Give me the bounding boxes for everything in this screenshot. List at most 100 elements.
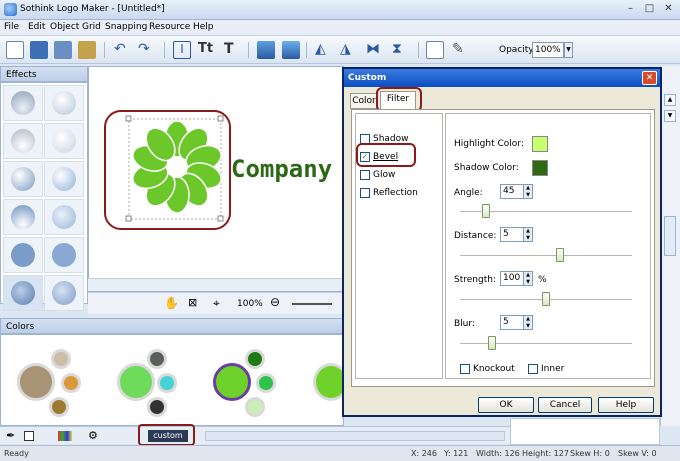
distance-slider[interactable]	[460, 255, 632, 257]
rotate-right-icon[interactable]: ◮	[340, 41, 358, 59]
send-back-icon[interactable]	[282, 41, 300, 59]
glow-checkbox[interactable]	[360, 170, 370, 180]
blur-stepper[interactable]: ▲ ▼	[523, 315, 533, 330]
ok-button[interactable]: OK	[478, 397, 534, 413]
blur-slider-thumb[interactable]	[488, 336, 496, 350]
menu-help[interactable]: Help	[193, 22, 214, 32]
color-swatch[interactable]	[51, 349, 71, 369]
effect-preset[interactable]	[3, 85, 43, 121]
center-icon[interactable]: ⌖	[213, 296, 220, 311]
reflection-option[interactable]: Reflection	[360, 188, 418, 198]
scroll-up-icon[interactable]: ▲	[664, 94, 676, 106]
hand-icon[interactable]: ✋	[164, 296, 179, 310]
effect-preset[interactable]	[44, 161, 84, 197]
effect-preset[interactable]	[3, 161, 43, 197]
menu-edit[interactable]: Edit	[28, 22, 45, 32]
glow-option[interactable]: Glow	[360, 170, 395, 180]
bring-front-icon[interactable]	[257, 41, 275, 59]
effect-preset[interactable]	[3, 199, 43, 235]
blur-slider[interactable]	[460, 343, 632, 345]
rotate-left-icon[interactable]: ◭	[315, 41, 333, 59]
help-button[interactable]: Help	[598, 397, 654, 413]
title-bar: Sothink Logo Maker - [Untitled*] – □ ✕	[0, 0, 680, 20]
color-swatch[interactable]	[245, 397, 265, 417]
eyedropper-icon[interactable]: ✒	[6, 429, 15, 442]
close-icon[interactable]: ✕	[642, 71, 657, 85]
knockout-option[interactable]: Knockout	[460, 364, 515, 374]
text-effect-icon[interactable]: T	[224, 41, 242, 59]
no-fill-icon[interactable]	[24, 431, 34, 441]
zoom-slider[interactable]	[292, 303, 332, 305]
inner-label: Inner	[541, 364, 565, 374]
undo-icon[interactable]: ↶	[114, 41, 132, 59]
color-scheme-swatch-selected[interactable]	[213, 363, 251, 401]
text-style-icon[interactable]: Tt	[198, 41, 216, 59]
effect-preset[interactable]	[3, 275, 43, 311]
export-icon[interactable]	[78, 41, 96, 59]
blur-label: Blur:	[454, 319, 475, 329]
shapes-gallery[interactable]	[510, 418, 660, 445]
strength-stepper[interactable]: ▲ ▼	[523, 271, 533, 286]
color-scheme-swatch[interactable]	[117, 363, 155, 401]
highlight-color-swatch[interactable]	[532, 136, 548, 152]
menu-file[interactable]: File	[4, 22, 19, 32]
bottom-scrollbar[interactable]	[205, 431, 505, 441]
gear-icon[interactable]: ⚙	[88, 429, 98, 442]
copy-icon[interactable]	[426, 41, 444, 59]
effect-preset[interactable]	[44, 199, 84, 235]
palette-icon[interactable]	[58, 431, 72, 441]
inner-option[interactable]: Inner	[528, 364, 564, 374]
color-swatch[interactable]	[157, 373, 177, 393]
color-swatch[interactable]	[245, 349, 265, 369]
knockout-checkbox[interactable]	[460, 364, 470, 374]
minimize-icon[interactable]: –	[624, 3, 637, 16]
zoom-out-icon[interactable]: ⊖	[270, 295, 280, 309]
effect-preset[interactable]	[44, 123, 84, 159]
color-swatch[interactable]	[256, 373, 276, 393]
format-painter-icon[interactable]: ✎	[452, 41, 470, 59]
color-swatch[interactable]	[147, 397, 167, 417]
color-swatch[interactable]	[49, 397, 69, 417]
color-swatch[interactable]	[147, 349, 167, 369]
text-box-icon[interactable]: I	[173, 41, 191, 59]
angle-slider-thumb[interactable]	[482, 204, 490, 218]
chevron-down-icon[interactable]: ▼	[564, 42, 573, 58]
canvas-horizontal-scrollbar[interactable]	[88, 278, 344, 291]
strength-slider-thumb[interactable]	[542, 292, 550, 306]
tab-color[interactable]: Color	[350, 93, 378, 109]
cancel-button[interactable]: Cancel	[538, 397, 592, 413]
menu-object[interactable]: Object	[50, 22, 79, 32]
menu-resource[interactable]: Resource	[149, 22, 190, 32]
close-icon[interactable]: ✕	[662, 3, 675, 16]
maximize-icon[interactable]: □	[643, 3, 656, 16]
save-as-icon[interactable]	[54, 41, 72, 59]
shadow-color-swatch[interactable]	[532, 160, 548, 176]
fit-icon[interactable]: ⊠	[188, 296, 197, 309]
reflection-label: Reflection	[373, 188, 418, 198]
distance-slider-thumb[interactable]	[556, 248, 564, 262]
distance-stepper[interactable]: ▲ ▼	[523, 227, 533, 242]
redo-icon[interactable]: ↷	[138, 41, 156, 59]
scroll-down-icon[interactable]: ▼	[664, 110, 676, 122]
scroll-thumb[interactable]	[664, 216, 676, 256]
menu-snapping[interactable]: Snapping	[105, 22, 147, 32]
angle-stepper[interactable]: ▲ ▼	[523, 184, 533, 199]
save-icon[interactable]	[30, 41, 48, 59]
opacity-input[interactable]: 100%	[532, 42, 564, 58]
menu-grid[interactable]: Grid	[82, 22, 101, 32]
new-icon[interactable]	[6, 41, 24, 59]
effect-preset[interactable]	[3, 237, 43, 273]
effect-preset[interactable]	[44, 85, 84, 121]
company-text[interactable]: Company	[231, 155, 332, 183]
effect-preset[interactable]	[44, 275, 84, 311]
effect-preset[interactable]	[44, 237, 84, 273]
right-scrollbar[interactable]: ▲ ▼	[660, 66, 680, 426]
reflection-checkbox[interactable]	[360, 188, 370, 198]
design-canvas[interactable]: Company	[88, 66, 344, 292]
inner-checkbox[interactable]	[528, 364, 538, 374]
color-swatch[interactable]	[61, 373, 81, 393]
flip-horizontal-icon[interactable]: ⧓	[366, 41, 384, 59]
flip-vertical-icon[interactable]: ⧗	[392, 41, 410, 59]
effect-preset[interactable]	[3, 123, 43, 159]
color-scheme-swatch[interactable]	[17, 363, 55, 401]
